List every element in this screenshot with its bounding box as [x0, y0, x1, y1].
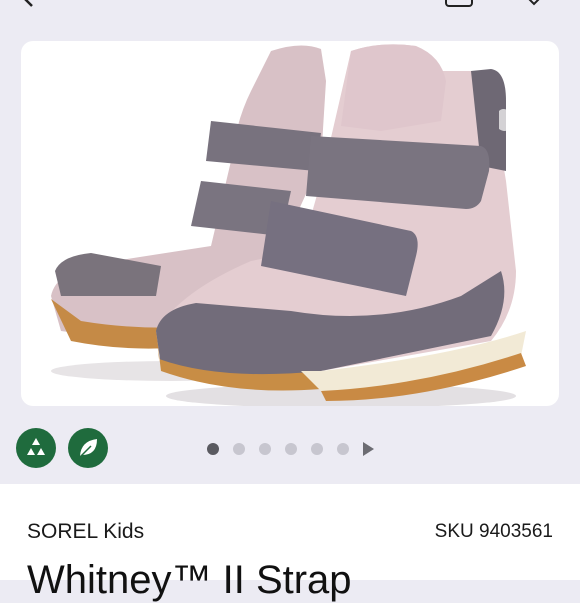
recycle-icon — [27, 438, 45, 455]
product-image[interactable] — [21, 41, 559, 406]
boot-illustration — [51, 44, 526, 406]
brand-name[interactable]: SOREL Kids — [27, 520, 144, 544]
gallery-dot-3[interactable] — [259, 443, 271, 455]
top-nav-bar — [0, 0, 580, 14]
gallery-pagination — [207, 442, 374, 456]
heart-icon[interactable] — [522, 0, 546, 8]
play-triangle-icon[interactable] — [363, 442, 374, 456]
product-details: SOREL Kids SKU 9403561 Whitney™ II Strap — [0, 484, 580, 602]
product-title: Whitney™ II Strap — [27, 558, 352, 602]
gallery-dot-2[interactable] — [233, 443, 245, 455]
chevron-left-icon[interactable] — [22, 0, 36, 8]
gallery-dot-4[interactable] — [285, 443, 297, 455]
gallery-dot-1[interactable] — [207, 443, 219, 455]
gallery-dot-6[interactable] — [337, 443, 349, 455]
sku-label: SKU 9403561 — [434, 521, 553, 542]
leaf-icon — [79, 439, 97, 458]
shopping-bag-icon[interactable] — [444, 0, 474, 8]
gallery-dot-5[interactable] — [311, 443, 323, 455]
eco-leaf-badge — [68, 428, 108, 468]
recycle-badge — [16, 428, 56, 468]
